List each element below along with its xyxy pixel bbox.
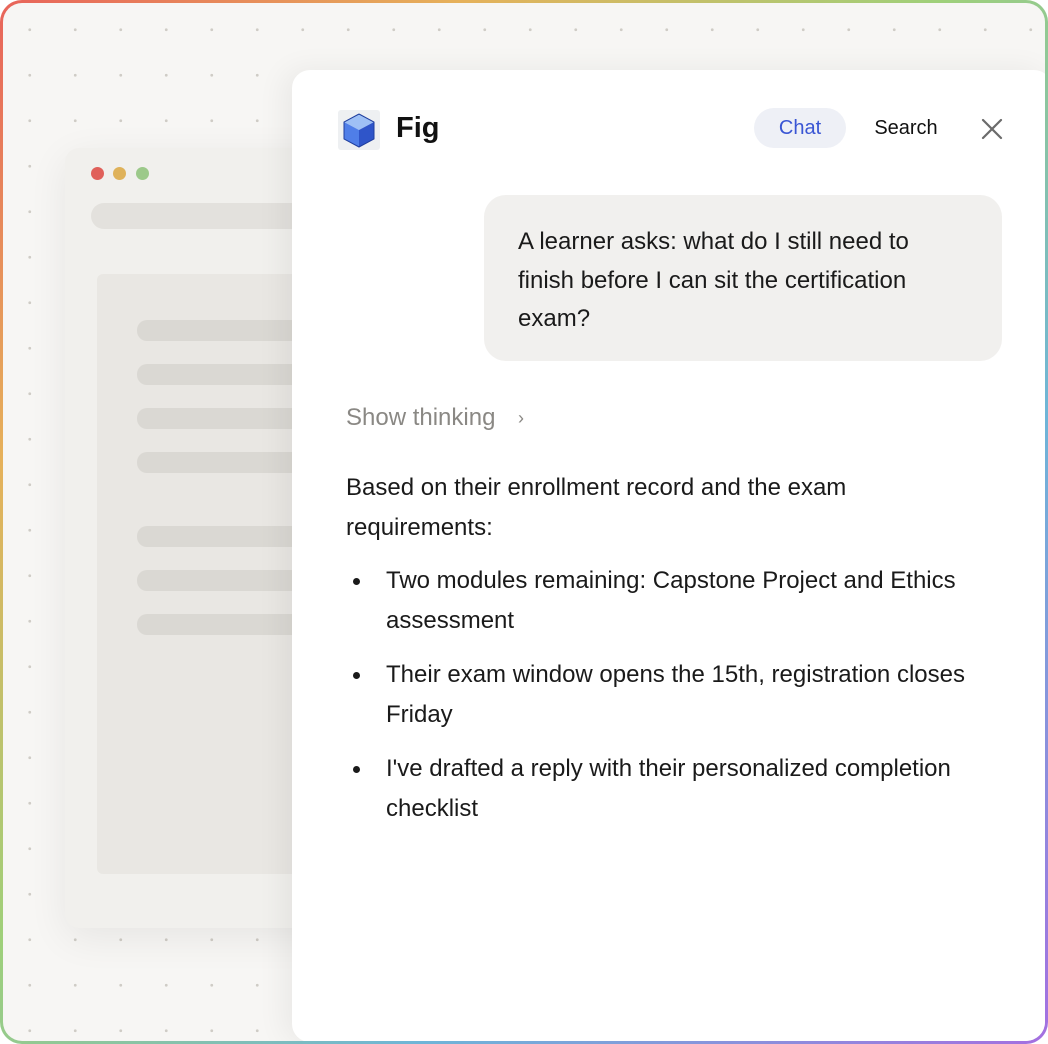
gradient-frame: Fig Chat Search A learner asks: what do … (0, 0, 1048, 1044)
close-icon[interactable] (978, 115, 1006, 143)
list-item-text: Their exam window opens the 15th, regist… (386, 661, 965, 728)
list-item-text: I've drafted a reply with their personal… (386, 755, 951, 822)
assistant-answer-intro: Based on their enrollment record and the… (346, 474, 847, 541)
user-message-bubble: A learner asks: what do I still need to … (484, 195, 1002, 361)
bullet-icon (353, 578, 360, 585)
list-item: Their exam window opens the 15th, regist… (346, 655, 986, 735)
tab-search-label: Search (874, 116, 938, 139)
user-message-text: A learner asks: what do I still need to … (518, 228, 909, 332)
chevron-right-icon[interactable]: › (518, 408, 524, 429)
window-maximize-dot (136, 167, 149, 180)
tab-search[interactable]: Search (862, 108, 950, 148)
bullet-icon (353, 672, 360, 679)
window-minimize-dot (113, 167, 126, 180)
list-item: Two modules remaining: Capstone Project … (346, 561, 986, 641)
bullet-icon (353, 766, 360, 773)
list-item: I've drafted a reply with their personal… (346, 749, 986, 829)
show-thinking-toggle[interactable]: Show thinking (346, 404, 495, 432)
assistant-answer-list: Two modules remaining: Capstone Project … (346, 561, 986, 843)
app-title: Fig (396, 112, 440, 144)
window-close-dot (91, 167, 104, 180)
tab-chat[interactable]: Chat (754, 108, 846, 148)
tab-chat-label: Chat (778, 116, 822, 139)
dotted-canvas: Fig Chat Search A learner asks: what do … (3, 3, 1045, 1041)
assistant-panel: Fig Chat Search A learner asks: what do … (292, 70, 1045, 1041)
list-item-text: Two modules remaining: Capstone Project … (386, 567, 956, 634)
cube-logo-icon (336, 110, 382, 150)
